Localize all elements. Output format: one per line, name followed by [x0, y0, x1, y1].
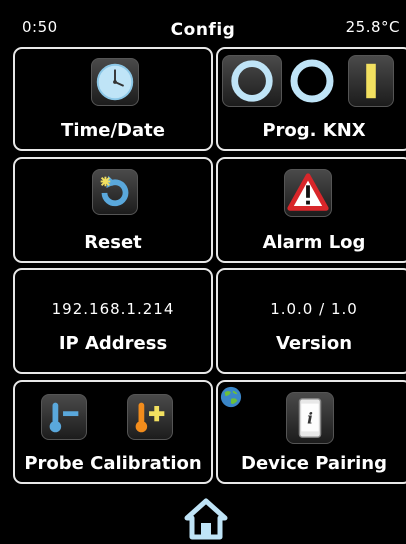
svg-text:i: i — [307, 410, 313, 428]
home-icon — [184, 498, 228, 540]
alarm-log-button[interactable]: Alarm Log — [216, 157, 406, 263]
reset-label: Reset — [84, 232, 142, 253]
device-pairing-label: Device Pairing — [241, 453, 387, 474]
temperature-readout: 25.8°C — [345, 18, 400, 36]
ip-address-value: 192.168.1.214 — [51, 300, 175, 318]
version-button[interactable]: 1.0.0 / 1.0 Version — [216, 268, 406, 374]
home-button[interactable] — [183, 496, 229, 540]
prog-knx-label: Prog. KNX — [262, 120, 366, 141]
device-pairing-button[interactable]: i Device Pairing — [216, 380, 406, 484]
reset-icon — [92, 169, 138, 215]
ip-address-button[interactable]: 192.168.1.214 IP Address — [13, 268, 213, 374]
thermometer-minus-icon — [41, 394, 87, 440]
thermometer-plus-icon — [127, 394, 173, 440]
globe-icon — [220, 386, 242, 408]
time-date-label: Time/Date — [61, 120, 165, 141]
alarm-log-label: Alarm Log — [262, 232, 366, 253]
time-date-button[interactable]: Time/Date — [13, 47, 213, 151]
phone-info-icon: i — [286, 392, 334, 444]
clock-icon — [91, 58, 139, 106]
prog-knx-button[interactable]: Prog. KNX — [216, 47, 406, 151]
version-value: 1.0.0 / 1.0 — [270, 300, 358, 318]
probe-calibration-label: Probe Calibration — [24, 453, 202, 474]
warning-icon — [284, 169, 332, 217]
status-bar: 0:50 Config 25.8°C — [0, 0, 406, 40]
version-label: Version — [275, 333, 353, 354]
probe-calibration-button[interactable]: Probe Calibration — [13, 380, 213, 484]
ip-address-label: IP Address — [58, 333, 168, 354]
knx-icon — [220, 55, 400, 107]
reset-button[interactable]: Reset — [13, 157, 213, 263]
